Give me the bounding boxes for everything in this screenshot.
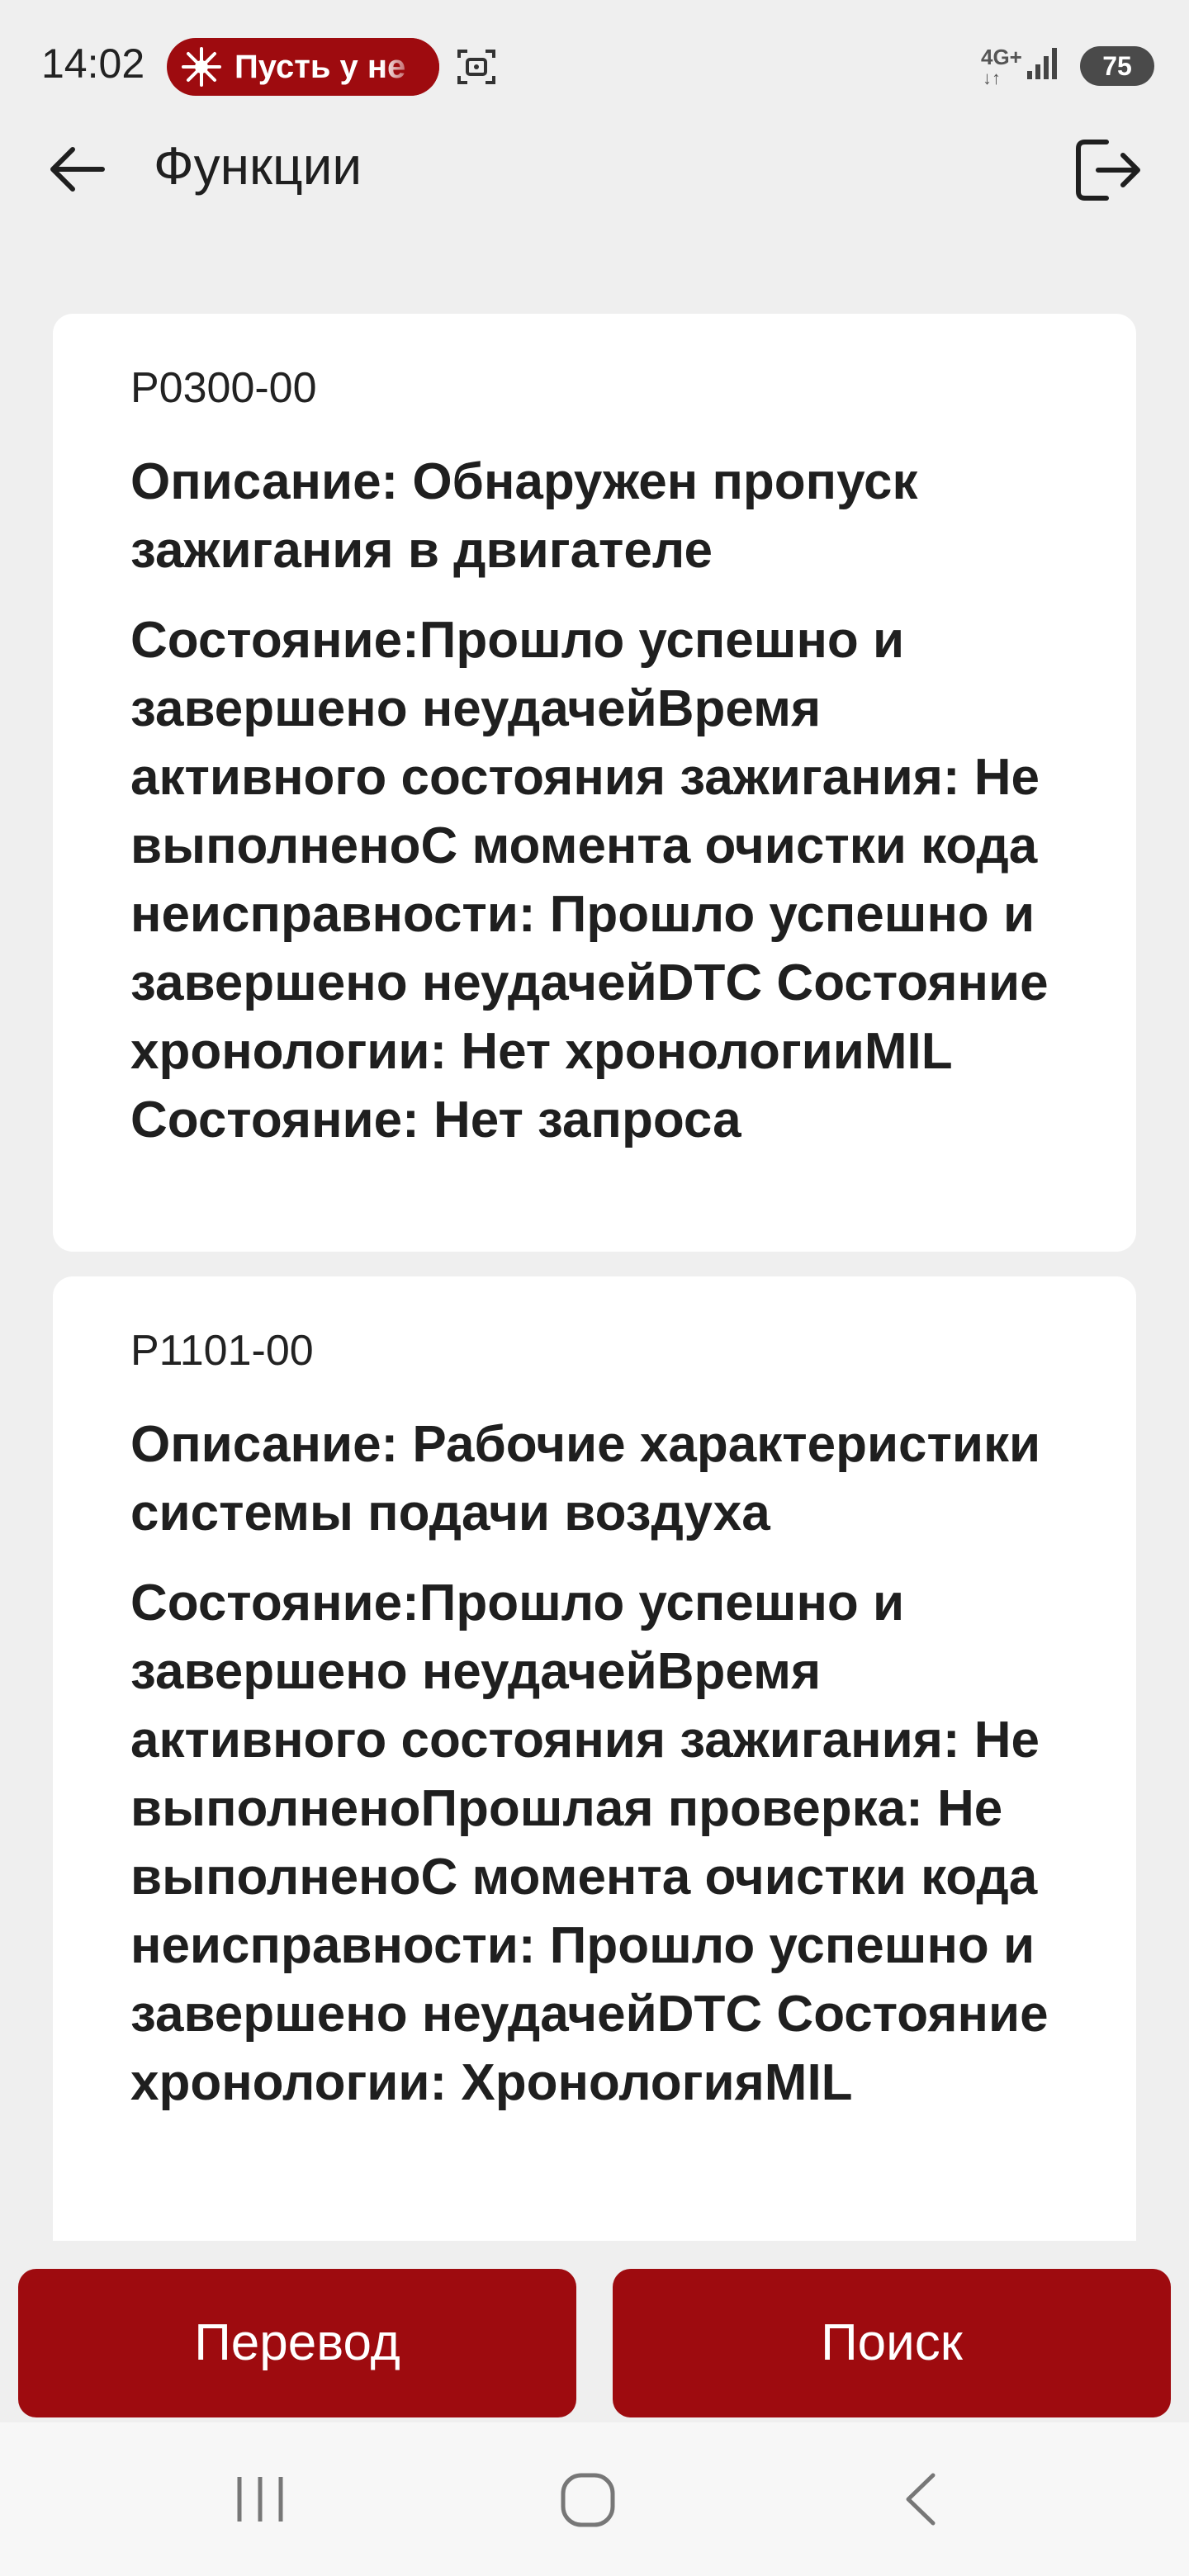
logout-icon <box>1076 140 1140 201</box>
dtc-card[interactable]: P0300-00 Описание: Обнаружен пропуск заж… <box>53 314 1136 1252</box>
back-nav-icon[interactable] <box>897 2470 946 2528</box>
dtc-code: P1101-00 <box>130 1327 314 1375</box>
dtc-list[interactable]: P0300-00 Описание: Обнаружен пропуск заж… <box>0 314 1189 2242</box>
signal-icon <box>1027 48 1057 79</box>
app-bar: Функции <box>0 124 1189 215</box>
status-bar: 14:02 Пусть у не 4G+ ↓↑ 75 <box>0 0 1189 135</box>
arrow-left-icon <box>50 147 105 192</box>
dtc-state: Состояние:Прошло успешно и завершено неу… <box>130 612 1049 1148</box>
page-title: Функции <box>154 136 362 196</box>
notification-text: Пусть у не <box>234 49 406 85</box>
status-time: 14:02 <box>41 40 145 87</box>
translate-button[interactable]: Перевод <box>18 2269 576 2417</box>
dtc-description: Описание: Обнаружен пропуск зажигания в … <box>130 453 918 579</box>
dtc-description: Описание: Рабочие характеристики системы… <box>130 1416 1041 1541</box>
dtc-card[interactable]: P1101-00 Описание: Рабочие характеристик… <box>53 1276 1136 2242</box>
screen: 14:02 Пусть у не 4G+ ↓↑ 75 Функции P0300… <box>0 0 1189 2576</box>
dtc-code: P0300-00 <box>130 364 317 412</box>
sparkle-icon <box>182 47 221 87</box>
logout-button[interactable] <box>1067 129 1149 211</box>
home-icon[interactable] <box>558 2470 618 2530</box>
search-button[interactable]: Поиск <box>613 2269 1171 2417</box>
battery-indicator: 75 <box>1080 46 1154 86</box>
screenshot-icon <box>457 50 495 84</box>
back-button[interactable] <box>40 132 114 206</box>
dtc-state: Состояние:Прошло успешно и завершено неу… <box>130 1574 1049 2111</box>
bottom-action-bar: Перевод Поиск <box>0 2241 1189 2422</box>
recent-apps-icon[interactable] <box>231 2470 289 2528</box>
network-label: 4G+ <box>981 45 1022 69</box>
notification-pill[interactable]: Пусть у не <box>167 38 439 96</box>
network-arrows: ↓↑ <box>983 68 1001 88</box>
notification-fade <box>381 38 439 96</box>
system-navigation-bar <box>0 2422 1189 2576</box>
